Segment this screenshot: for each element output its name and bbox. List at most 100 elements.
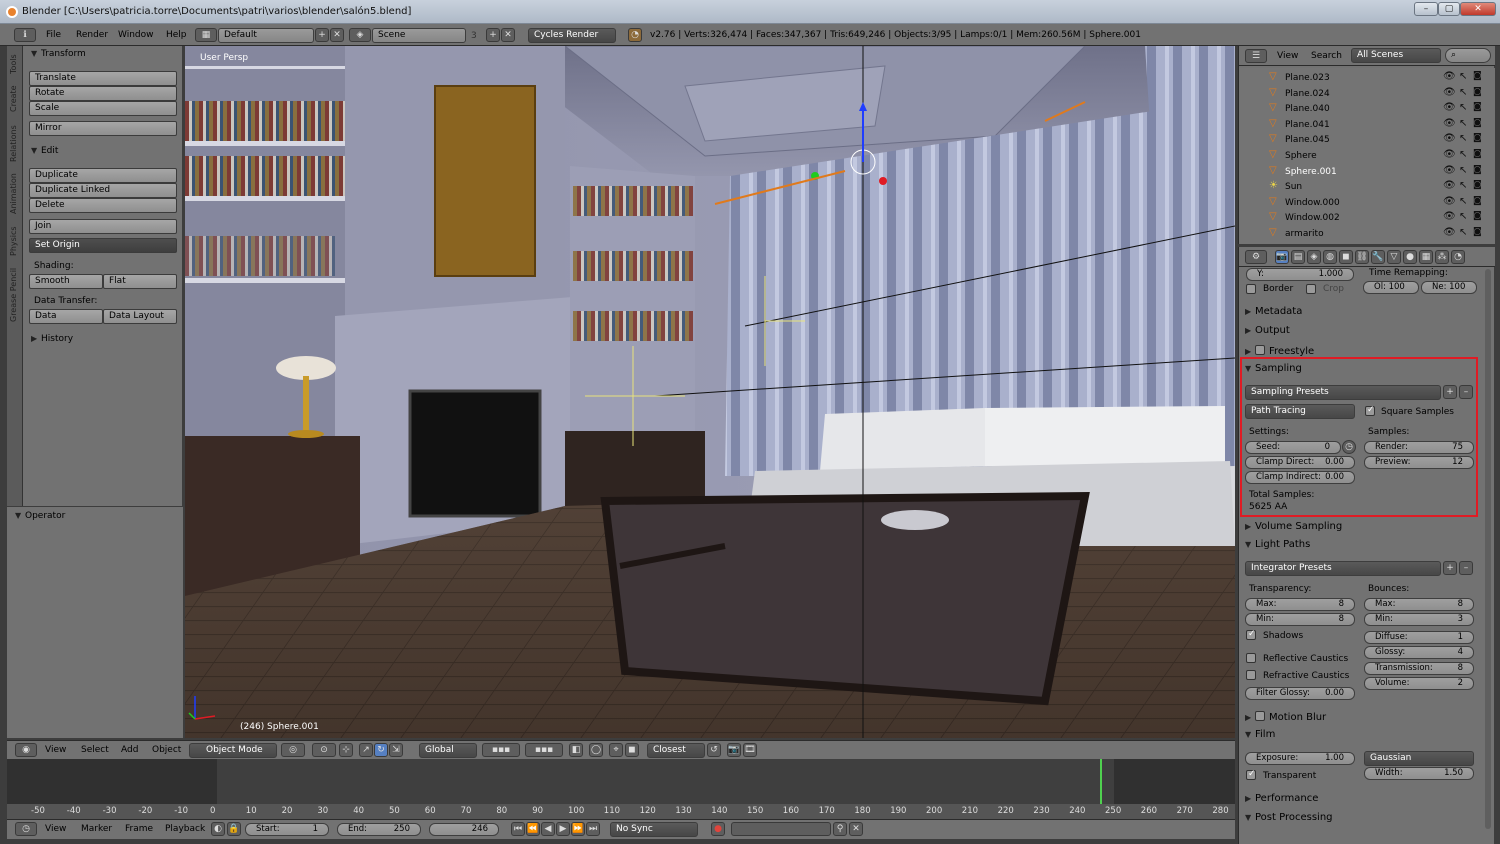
duplicate-button[interactable]: Duplicate: [29, 168, 177, 183]
constraints-tab-icon[interactable]: ⛓: [1355, 250, 1369, 264]
outliner-item[interactable]: ☀ Sun 👁 ↖ ◙: [1255, 179, 1491, 195]
menu-view[interactable]: View: [45, 745, 66, 755]
layers-tab-icon[interactable]: ▤: [1291, 250, 1305, 264]
visibility-eye-icon[interactable]: 👁: [1443, 149, 1456, 160]
translate-manipulator-icon[interactable]: ↗: [359, 743, 373, 757]
selectable-arrow-icon[interactable]: ↖: [1459, 211, 1467, 222]
visibility-eye-icon[interactable]: 👁: [1443, 196, 1456, 207]
glossy-bounces-field[interactable]: Glossy: 4: [1364, 646, 1474, 659]
modifiers-tab-icon[interactable]: 🔧: [1371, 250, 1385, 264]
mirror-button[interactable]: Mirror: [29, 121, 177, 136]
menu-select[interactable]: Select: [81, 745, 109, 755]
minimize-button[interactable]: –: [1414, 2, 1438, 16]
start-frame-field[interactable]: Start: 1: [245, 823, 329, 836]
timeline-editor-type-icon[interactable]: ◷: [15, 822, 37, 836]
layers-group2-icon[interactable]: ▪▪▪: [525, 743, 563, 757]
refractive-caustics-checkbox[interactable]: [1246, 670, 1256, 680]
render-camera-icon[interactable]: ◙: [1473, 133, 1482, 143]
time-new-field[interactable]: Ne: 100: [1421, 281, 1477, 294]
tl-menu-playback[interactable]: Playback: [165, 824, 205, 834]
render-camera-icon[interactable]: ◙: [1473, 71, 1482, 81]
scene-tab-icon[interactable]: ◈: [1307, 250, 1321, 264]
keying-set-field[interactable]: [731, 822, 831, 836]
add-scene-icon[interactable]: +: [486, 28, 500, 42]
record-icon[interactable]: ●: [711, 822, 725, 836]
time-old-field[interactable]: Ol: 100: [1363, 281, 1419, 294]
freestyle-panel-header[interactable]: ▶ Freestyle: [1245, 344, 1314, 357]
metadata-panel-header[interactable]: ▶ Metadata: [1245, 306, 1302, 317]
play-icon[interactable]: ▶: [556, 822, 570, 836]
menu-render[interactable]: Render: [76, 30, 108, 40]
selectable-arrow-icon[interactable]: ↖: [1459, 87, 1467, 98]
performance-panel-header[interactable]: ▶ Performance: [1245, 793, 1318, 804]
tab-create[interactable]: Create: [9, 85, 18, 112]
volume-bounces-field[interactable]: Volume: 2: [1364, 677, 1474, 690]
jump-start-icon[interactable]: ⏮: [511, 822, 525, 836]
data-button[interactable]: Data: [29, 309, 103, 324]
selectable-arrow-icon[interactable]: ↖: [1459, 227, 1467, 238]
render-camera-icon[interactable]: ◙: [1473, 227, 1482, 237]
tab-grease-pencil[interactable]: Grease Pencil: [9, 268, 18, 322]
bounces-min-field[interactable]: Min: 3: [1364, 613, 1474, 626]
selectable-arrow-icon[interactable]: ↖: [1459, 165, 1467, 176]
render-camera-icon[interactable]: ◙: [1473, 149, 1482, 159]
smooth-button[interactable]: Smooth: [29, 274, 103, 289]
tab-tools[interactable]: Tools: [9, 54, 18, 74]
screen-layout-field[interactable]: Default: [218, 28, 314, 43]
layers-group1-icon[interactable]: ▪▪▪: [482, 743, 520, 757]
next-keyframe-icon[interactable]: ⏩: [571, 822, 585, 836]
material-tab-icon[interactable]: ●: [1403, 250, 1417, 264]
outliner-filter-select[interactable]: All Scenes: [1351, 48, 1441, 63]
selectable-arrow-icon[interactable]: ↖: [1459, 133, 1467, 144]
visibility-eye-icon[interactable]: 👁: [1443, 87, 1456, 98]
filter-glossy-field[interactable]: Filter Glossy: 0.00: [1245, 687, 1355, 700]
visibility-eye-icon[interactable]: 👁: [1443, 133, 1456, 144]
selectable-arrow-icon[interactable]: ↖: [1459, 71, 1467, 82]
align-rotation-icon[interactable]: ↺: [707, 743, 721, 757]
outliner-item[interactable]: ▽ Plane.045 👁 ↖ ◙: [1255, 132, 1491, 148]
join-button[interactable]: Join: [29, 219, 177, 234]
viewport-shading-icon[interactable]: ◎: [281, 743, 305, 757]
duplicate-linked-button[interactable]: Duplicate Linked: [29, 183, 177, 198]
visibility-eye-icon[interactable]: 👁: [1443, 165, 1456, 176]
object-mode-select[interactable]: Object Mode: [189, 743, 277, 758]
sync-mode-select[interactable]: No Sync: [610, 822, 698, 837]
world-tab-icon[interactable]: ◍: [1323, 250, 1337, 264]
light-paths-panel-header[interactable]: ▼ Light Paths: [1245, 539, 1310, 550]
selectable-arrow-icon[interactable]: ↖: [1459, 118, 1467, 129]
menu-file[interactable]: File: [46, 30, 61, 40]
tl-menu-view[interactable]: View: [45, 824, 66, 834]
edit-panel-header[interactable]: ▼ Edit: [31, 146, 58, 156]
filter-width-field[interactable]: Width: 1.50: [1364, 767, 1474, 780]
scale-button[interactable]: Scale: [29, 101, 177, 116]
render-camera-icon[interactable]: ◙: [1473, 180, 1482, 190]
current-frame-field[interactable]: 246: [429, 823, 499, 836]
menu-help[interactable]: Help: [166, 30, 187, 40]
remove-integrator-preset-icon[interactable]: –: [1459, 561, 1473, 575]
outliner-item[interactable]: ▽ Plane.041 👁 ↖ ◙: [1255, 117, 1491, 133]
history-panel-header[interactable]: ▶ History: [31, 334, 73, 344]
opengl-anim-icon[interactable]: 🎞: [743, 743, 757, 757]
render-tab-icon[interactable]: 📷: [1275, 250, 1289, 264]
lock-layers-icon[interactable]: ◧: [569, 743, 583, 757]
outliner-menu-search[interactable]: Search: [1311, 51, 1342, 61]
transform-orientation-select[interactable]: Global: [419, 743, 477, 758]
render-camera-icon[interactable]: ◙: [1473, 118, 1482, 128]
properties-editor-type-icon[interactable]: ⚙: [1245, 250, 1267, 264]
properties-scrollbar[interactable]: [1485, 269, 1491, 829]
screen-layout-icon[interactable]: ▦: [195, 28, 217, 42]
render-engine-select[interactable]: Cycles Render: [528, 28, 616, 43]
outliner-item[interactable]: ▽ Sphere 👁 ↖ ◙: [1255, 148, 1491, 164]
output-panel-header[interactable]: ▶ Output: [1245, 325, 1290, 336]
data-layout-button[interactable]: Data Layout: [103, 309, 177, 324]
3d-viewport[interactable]: User Persp (246) Sphere.001: [185, 46, 1235, 738]
visibility-eye-icon[interactable]: 👁: [1443, 227, 1456, 238]
transparent-checkbox[interactable]: [1246, 769, 1256, 780]
outliner-search-input[interactable]: ⌕: [1445, 48, 1491, 63]
pivot-point-icon[interactable]: ⊙: [312, 743, 336, 757]
flat-button[interactable]: Flat: [103, 274, 177, 289]
snap-toggle-icon[interactable]: ⌖: [609, 743, 623, 757]
tl-menu-marker[interactable]: Marker: [81, 824, 112, 834]
diffuse-bounces-field[interactable]: Diffuse: 1: [1364, 631, 1474, 644]
tl-menu-frame[interactable]: Frame: [125, 824, 153, 834]
